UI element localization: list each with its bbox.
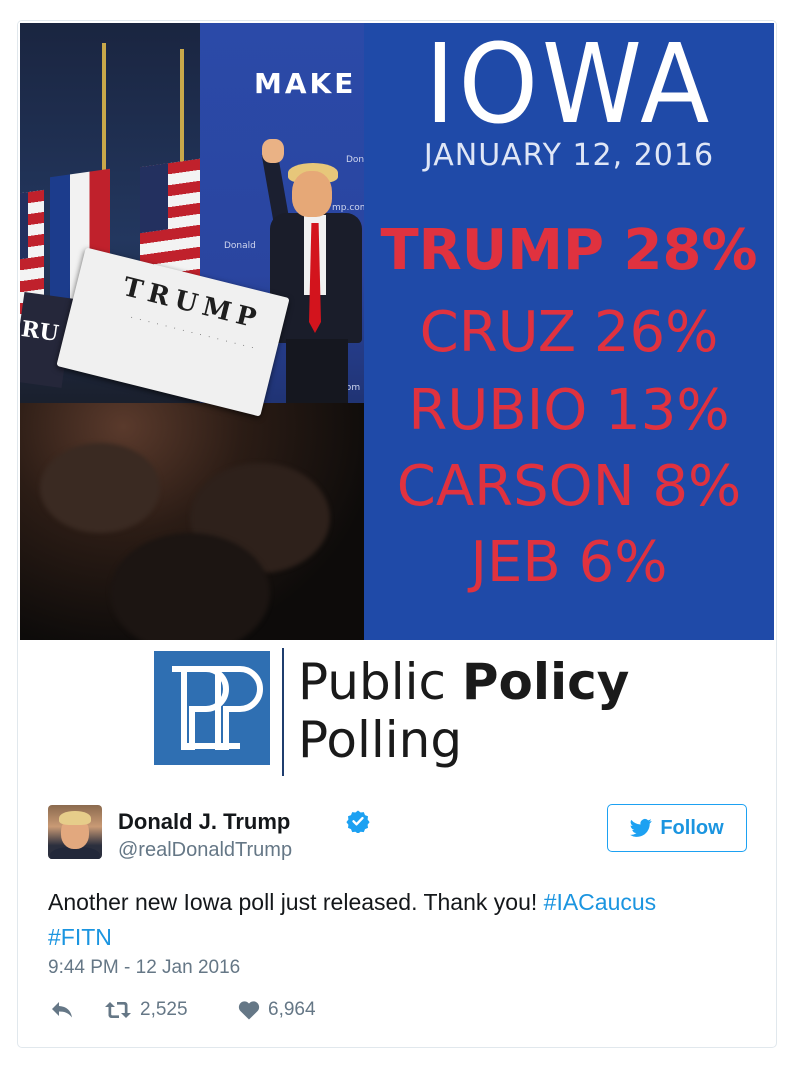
hashtag-link[interactable]: #IACaucus (544, 889, 657, 915)
tweet-actions: 2,525 6,964 (48, 999, 748, 1029)
reply-icon (52, 1002, 72, 1018)
poll-date: JANUARY 12, 2016 (423, 138, 715, 173)
retweet-icon (105, 1002, 131, 1018)
poll-result: TRUMP 28% (380, 218, 758, 283)
tweet-card: MAKE Donald mp.com Donald .com (17, 20, 777, 1048)
verified-badge-icon (346, 810, 370, 833)
reply-button[interactable] (50, 999, 74, 1019)
pollster-logo: Public Policy Polling (18, 640, 776, 781)
poll-result: CARSON 8% (396, 454, 742, 519)
tweet-timestamp[interactable]: 9:44 PM - 12 Jan 2016 (48, 957, 240, 979)
tweet-text: Another new Iowa poll just released. Tha… (48, 889, 657, 950)
avatar[interactable] (48, 805, 102, 859)
like-count: 6,964 (268, 999, 316, 1020)
logo-text-line1: Public Policy (298, 653, 630, 711)
rally-photo: MAKE Donald mp.com Donald .com (20, 23, 364, 640)
crowd (20, 403, 364, 640)
poll-panel: IOWA JANUARY 12, 2016 TRUMP 28% CRUZ 26%… (364, 23, 774, 640)
author-display-name[interactable]: Donald J. Trump (118, 809, 290, 835)
follow-button[interactable]: Follow (607, 804, 747, 852)
like-button[interactable]: 6,964 (238, 999, 316, 1021)
follow-label: Follow (660, 816, 724, 839)
hashtag-link[interactable]: #FITN (48, 924, 112, 950)
ppp-logo-icon (154, 651, 270, 765)
backdrop-text: MAKE (254, 67, 357, 100)
tweet-media[interactable]: MAKE Donald mp.com Donald .com (18, 21, 776, 781)
heart-icon (238, 1001, 260, 1020)
poll-result: RUBIO 13% (408, 378, 730, 443)
bird-icon (630, 819, 652, 837)
retweet-count: 2,525 (140, 999, 188, 1020)
logo-divider (282, 648, 284, 776)
retweet-button[interactable]: 2,525 (104, 999, 188, 1021)
poll-result: CRUZ 26% (419, 300, 719, 365)
author-handle[interactable]: @realDonaldTrump (118, 839, 292, 862)
poll-state: IOWA (425, 20, 713, 148)
logo-text-line2: Polling (298, 711, 463, 769)
poll-result: JEB 6% (470, 530, 668, 595)
